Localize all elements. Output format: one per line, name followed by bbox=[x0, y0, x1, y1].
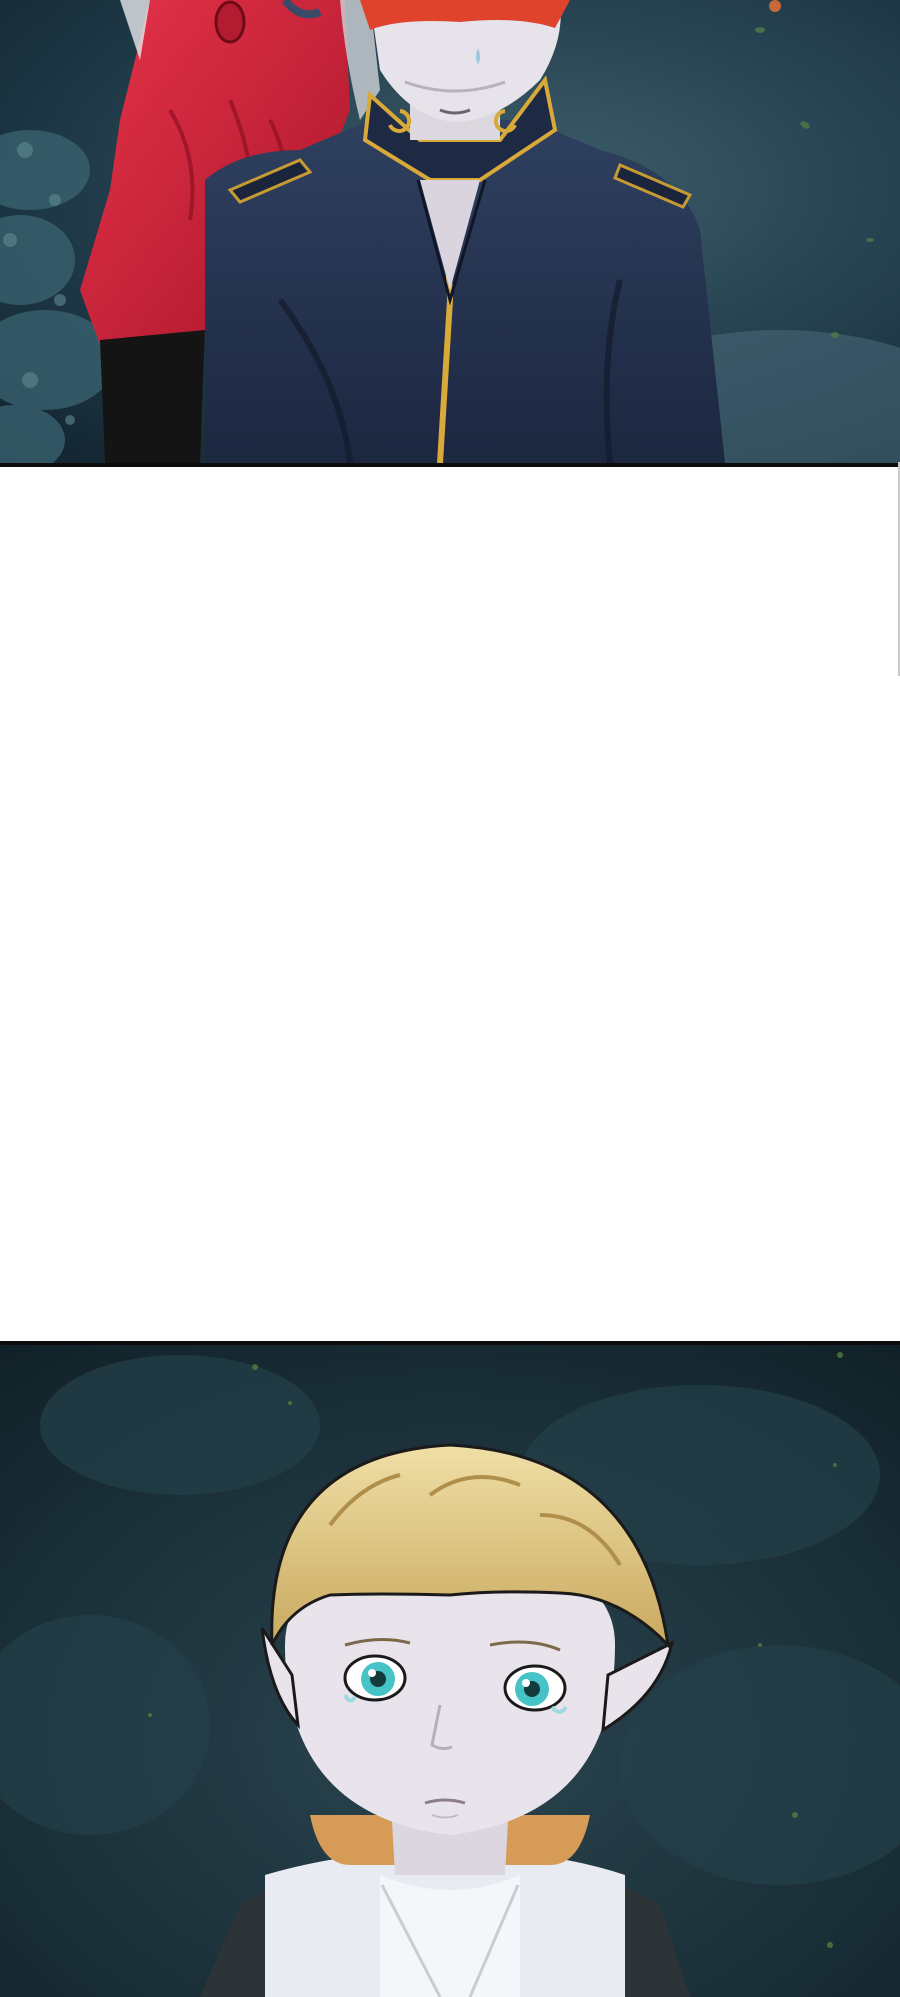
panel-top-illustration bbox=[0, 0, 900, 463]
panel-gutter bbox=[0, 467, 900, 1341]
comic-panel-bottom bbox=[0, 1341, 900, 1997]
scrollbar[interactable] bbox=[896, 0, 900, 1997]
comic-panel-top bbox=[0, 0, 900, 467]
comic-reader bbox=[0, 0, 900, 1997]
panel-bottom-illustration bbox=[0, 1345, 900, 1997]
